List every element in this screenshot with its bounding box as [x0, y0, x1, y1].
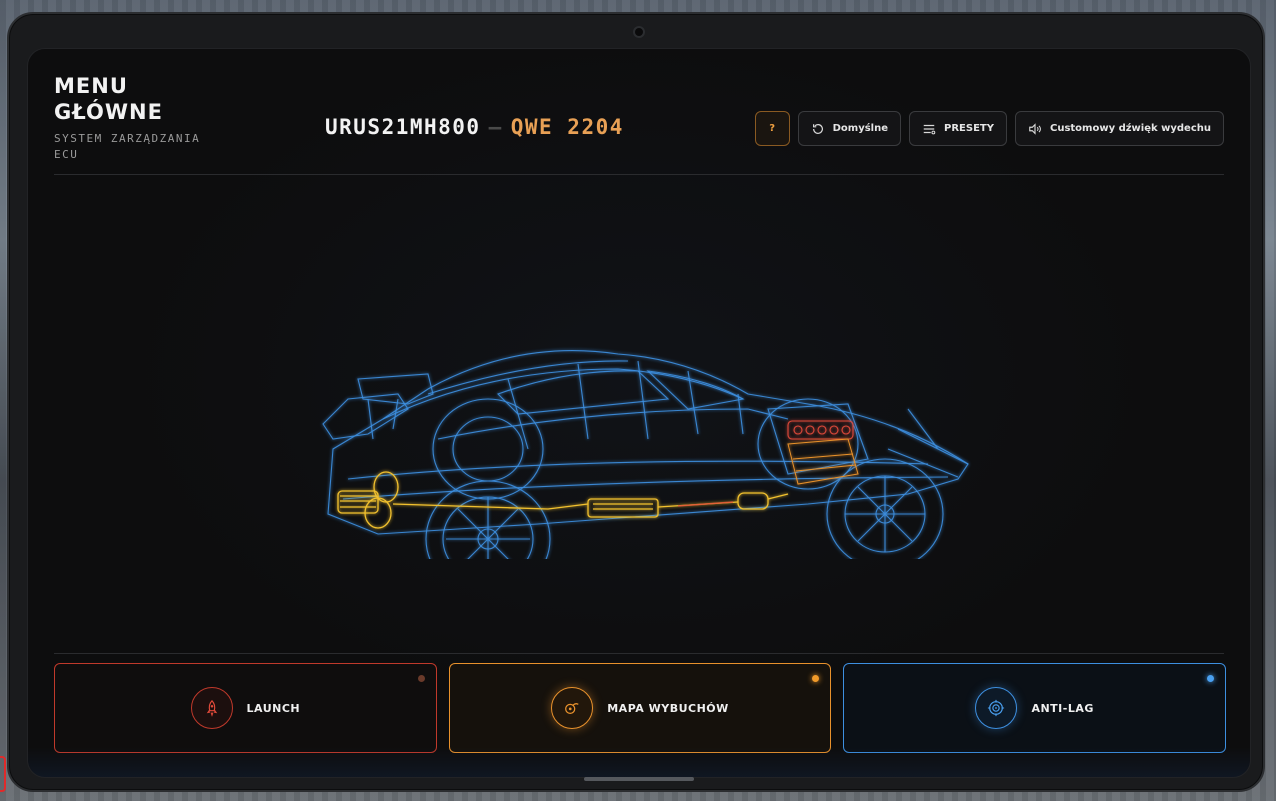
exhaust-sound-button[interactable]: Customowy dźwięk wydechu [1014, 111, 1224, 146]
plate-separator: — [488, 115, 503, 139]
tablet-screen: MENU GŁÓWNE SYSTEM ZARZĄDZANIA ECU URUS2… [27, 48, 1251, 778]
vehicle-plate: URUS21MH800 [325, 115, 481, 139]
page-title: MENU GŁÓWNE [54, 74, 163, 124]
launch-mode-label: LAUNCH [246, 701, 301, 715]
title-block: MENU GŁÓWNE SYSTEM ZARZĄDZANIA ECU [54, 73, 224, 163]
anti-lag-label: ANTI-LAG [1031, 701, 1094, 715]
page-subtitle: SYSTEM ZARZĄDZANIA ECU [54, 132, 201, 161]
turbo-icon [551, 687, 594, 729]
explosion-map-status-dot [812, 675, 820, 682]
car-wireframe-illustration [322, 350, 969, 559]
vehicle-identifier: URUS21MH800 — QWE 2204 [325, 115, 624, 139]
rocket-icon [190, 687, 233, 729]
tablet-frame: MENU GŁÓWNE SYSTEM ZARZĄDZANIA ECU URUS2… [7, 12, 1265, 792]
header-divider [54, 174, 1224, 175]
launch-status-dot [417, 675, 425, 682]
anti-lag-status-dot [1207, 675, 1215, 682]
vehicle-model: QWE 2204 [510, 115, 624, 139]
default-button-label: Domyślne [832, 123, 889, 134]
help-button[interactable]: ? [754, 111, 790, 146]
background-red-marker [0, 756, 6, 792]
anti-lag-card[interactable]: ANTI-LAG [843, 663, 1227, 753]
home-indicator[interactable] [584, 777, 694, 781]
explosion-map-card[interactable]: MAPA WYBUCHÓW [448, 663, 832, 753]
camera-icon [633, 26, 645, 38]
launch-mode-card[interactable]: LAUNCH [54, 663, 437, 753]
mode-cards: LAUNCH MAPA WYBUCHÓW ANTI-LAG [54, 663, 1227, 753]
default-button[interactable]: Domyślne [797, 111, 902, 146]
help-button-label: ? [769, 123, 776, 134]
presets-button[interactable]: PRESETY [909, 111, 1007, 146]
bottom-glow [28, 747, 1250, 777]
presets-button-label: PRESETY [944, 123, 994, 134]
footer-divider [54, 653, 1224, 654]
target-icon [975, 687, 1018, 729]
exhaust-sound-button-label: Customowy dźwięk wydechu [1049, 123, 1211, 134]
sliders-icon [923, 124, 936, 134]
speaker-icon [1029, 122, 1041, 135]
reset-icon [812, 123, 823, 134]
toolbar: ? Domyślne PRESETY Customowy dźwięk wyde… [754, 111, 1224, 146]
explosion-map-label: MAPA WYBUCHÓW [607, 701, 729, 715]
